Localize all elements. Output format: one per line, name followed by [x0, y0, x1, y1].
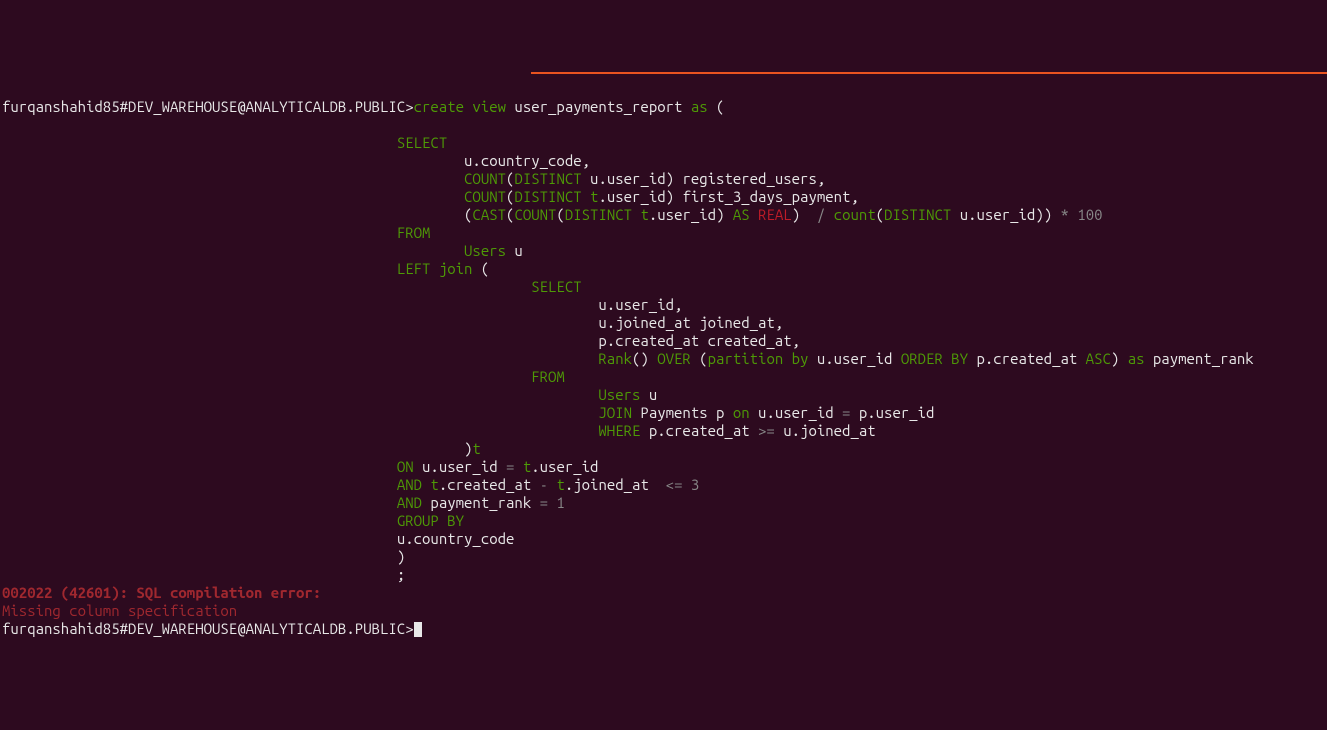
sql-prompt: furqanshahid85#DEV_WAREHOUSE@ANALYTICALD… [2, 98, 414, 115]
sql-keyword: FROM [397, 224, 431, 241]
error-message: Missing column specification [2, 602, 237, 619]
sql-keyword: as [691, 98, 708, 115]
window-top-border [531, 72, 1327, 74]
table-name: Users [464, 242, 506, 259]
view-name: user_payments_report [506, 98, 691, 115]
sql-keyword: create view [414, 98, 506, 115]
error-header: 002022 (42601): SQL compilation error: [2, 584, 321, 601]
sql-keyword: SELECT [397, 134, 447, 151]
terminal-output[interactable]: furqanshahid85#DEV_WAREHOUSE@ANALYTICALD… [0, 92, 1327, 640]
sql-prompt: furqanshahid85#DEV_WAREHOUSE@ANALYTICALD… [2, 620, 414, 637]
terminal-cursor[interactable] [414, 622, 422, 637]
